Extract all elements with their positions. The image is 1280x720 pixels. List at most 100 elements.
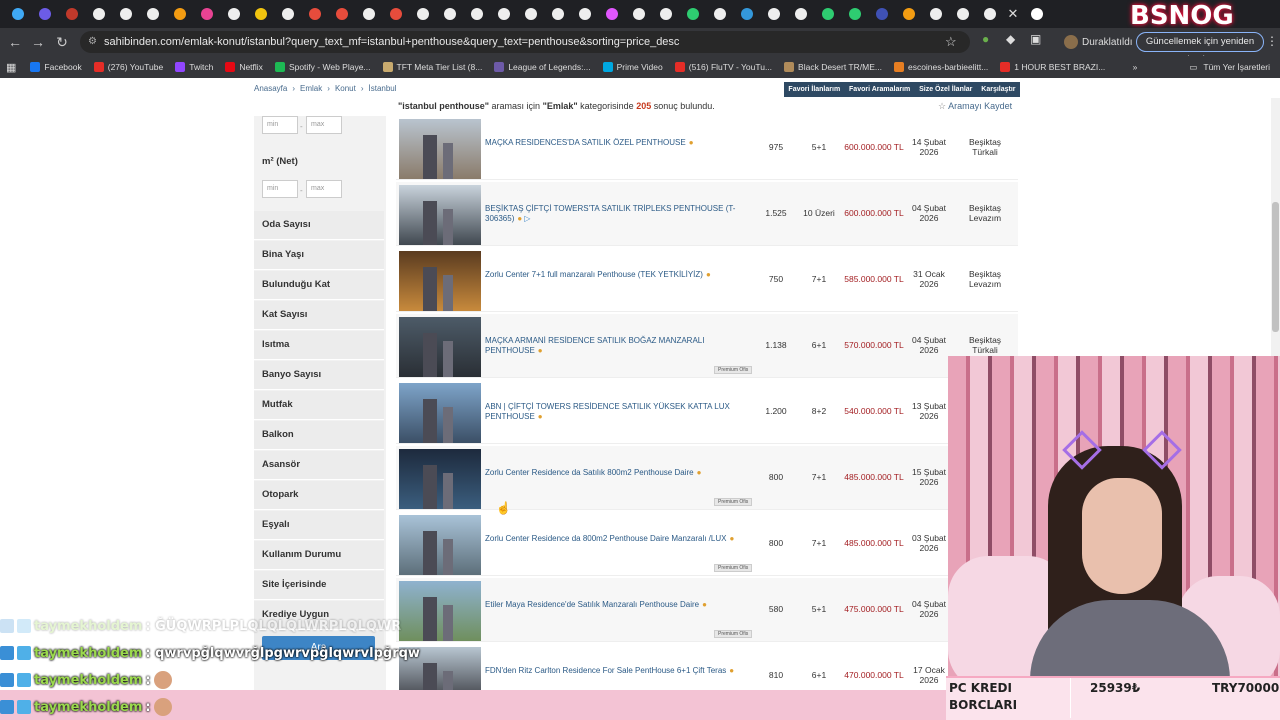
listing-row[interactable]: MAÇKA ARMANİ RESİDENCE SATILIK BOĞAZ MAN… bbox=[396, 314, 1018, 378]
listing-title-link[interactable]: Etiler Maya Residence'de Satılık Manzara… bbox=[485, 600, 757, 610]
bookmark-item[interactable]: (276) YouTube bbox=[90, 62, 167, 72]
profile-button[interactable]: Duraklatıldı bbox=[1064, 33, 1133, 51]
filter-8[interactable]: Balkon bbox=[254, 421, 384, 450]
min-input[interactable]: min bbox=[262, 116, 298, 134]
filter-5[interactable]: Isıtma bbox=[254, 331, 384, 360]
browser-tab[interactable] bbox=[814, 0, 841, 28]
bookmark-star-icon[interactable]: ☆ bbox=[945, 31, 957, 53]
browser-tab[interactable] bbox=[112, 0, 139, 28]
listing-photo[interactable] bbox=[399, 515, 481, 575]
listing-row[interactable]: MAÇKA RESIDENCES'DA SATILIK ÖZEL PENTHOU… bbox=[396, 116, 1018, 180]
bookmark-item[interactable]: Black Desert TR/ME... bbox=[780, 62, 886, 72]
bookmark-item[interactable]: Facebook bbox=[26, 62, 85, 72]
filter-10[interactable]: Otopark bbox=[254, 481, 384, 510]
bookmark-item[interactable]: TFT Meta Tier List (8... bbox=[379, 62, 487, 72]
bookmark-item[interactable]: Prime Video bbox=[599, 62, 667, 72]
listing-title-link[interactable]: MAÇKA RESIDENCES'DA SATILIK ÖZEL PENTHOU… bbox=[485, 138, 757, 148]
user-link[interactable]: Karşılaştır bbox=[981, 86, 1015, 93]
save-search-link[interactable]: ☆ Aramayı Kaydet bbox=[938, 101, 1012, 112]
menu-icon[interactable]: ⋮ bbox=[1266, 34, 1278, 48]
listing-row[interactable]: BEŞİKTAŞ ÇİFTÇİ TOWERS'TA SATILIK TRİPLE… bbox=[396, 182, 1018, 246]
listing-photo[interactable] bbox=[399, 383, 481, 443]
browser-tab[interactable] bbox=[355, 0, 382, 28]
bookmark-item[interactable]: Spotify - Web Playe... bbox=[271, 62, 375, 72]
browser-tab[interactable] bbox=[787, 0, 814, 28]
video-icon[interactable]: ▷ bbox=[524, 214, 530, 223]
extension-icon[interactable]: ● bbox=[982, 32, 989, 46]
browser-tab[interactable] bbox=[625, 0, 652, 28]
max-input[interactable]: max bbox=[306, 116, 342, 134]
browser-tab[interactable] bbox=[490, 0, 517, 28]
breadcrumb-item[interactable]: Konut bbox=[335, 84, 356, 93]
bookmark-item[interactable]: 1 HOUR BEST BRAZI... bbox=[996, 62, 1109, 72]
scrollbar-thumb[interactable] bbox=[1272, 202, 1279, 332]
back-icon[interactable]: ← bbox=[3, 30, 27, 54]
browser-tab[interactable] bbox=[220, 0, 247, 28]
user-link[interactable]: Size Özel İlanlar bbox=[919, 86, 972, 93]
browser-tab[interactable] bbox=[598, 0, 625, 28]
reload-icon[interactable]: ↻ bbox=[50, 30, 74, 54]
listing-row[interactable]: ABN | ÇİFTÇİ TOWERS RESİDENCE SATILIK YÜ… bbox=[396, 380, 1018, 444]
filter-3[interactable]: Bulunduğu Kat bbox=[254, 271, 384, 300]
browser-tab[interactable] bbox=[382, 0, 409, 28]
browser-tab[interactable] bbox=[679, 0, 706, 28]
listing-title-link[interactable]: FDN'den Ritz Carlton Residence For Sale … bbox=[485, 666, 757, 676]
filter-9[interactable]: Asansör bbox=[254, 451, 384, 480]
browser-tab[interactable] bbox=[544, 0, 571, 28]
browser-tab[interactable] bbox=[31, 0, 58, 28]
listing-title-link[interactable]: BEŞİKTAŞ ÇİFTÇİ TOWERS'TA SATILIK TRİPLE… bbox=[485, 204, 757, 224]
listing-title-link[interactable]: MAÇKA ARMANİ RESİDENCE SATILIK BOĞAZ MAN… bbox=[485, 336, 757, 356]
browser-tab[interactable] bbox=[652, 0, 679, 28]
listing-title-link[interactable]: Zorlu Center Residence da 800m2 Penthous… bbox=[485, 534, 757, 544]
update-button[interactable]: Güncellemek için yeniden başlat bbox=[1136, 32, 1264, 65]
bookmark-item[interactable]: (516) FluTV - YouTu... bbox=[671, 62, 776, 72]
browser-tab[interactable] bbox=[868, 0, 895, 28]
listing-title-link[interactable]: ABN | ÇİFTÇİ TOWERS RESİDENCE SATILIK YÜ… bbox=[485, 402, 757, 422]
filter-12[interactable]: Kullanım Durumu bbox=[254, 541, 384, 570]
filter-11[interactable]: Eşyalı bbox=[254, 511, 384, 540]
listing-row[interactable]: Zorlu Center Residence da Satılık 800m2 … bbox=[396, 446, 1018, 510]
listing-photo[interactable] bbox=[399, 581, 481, 641]
more-bookmarks-icon[interactable]: » bbox=[1133, 62, 1138, 72]
user-link[interactable]: Favori İlanlarım bbox=[788, 86, 840, 93]
forward-icon[interactable]: → bbox=[26, 30, 50, 54]
listing-photo[interactable] bbox=[399, 119, 481, 179]
listing-photo[interactable] bbox=[399, 185, 481, 245]
listing-photo[interactable] bbox=[399, 251, 481, 311]
browser-tab[interactable] bbox=[733, 0, 760, 28]
listing-title-link[interactable]: Zorlu Center 7+1 full manzaralı Penthous… bbox=[485, 270, 757, 280]
listing-row[interactable]: Zorlu Center Residence da 800m2 Penthous… bbox=[396, 512, 1018, 576]
browser-tab[interactable] bbox=[571, 0, 598, 28]
browser-tab[interactable] bbox=[301, 0, 328, 28]
close-tab-icon[interactable]: ✕ bbox=[1003, 4, 1023, 24]
listing-row[interactable]: Etiler Maya Residence'de Satılık Manzara… bbox=[396, 578, 1018, 642]
scrollbar[interactable] bbox=[1271, 98, 1280, 358]
browser-tab[interactable] bbox=[247, 0, 274, 28]
browser-tab[interactable] bbox=[409, 0, 436, 28]
browser-tab[interactable] bbox=[4, 0, 31, 28]
listing-title-link[interactable]: Zorlu Center Residence da Satılık 800m2 … bbox=[485, 468, 757, 478]
bookmark-item[interactable]: Twitch bbox=[171, 62, 217, 72]
apps-icon[interactable]: ▦ bbox=[6, 61, 16, 74]
browser-tab[interactable] bbox=[1023, 0, 1050, 28]
breadcrumb-item[interactable]: Emlak bbox=[300, 84, 322, 93]
filter-2[interactable]: Bina Yaşı bbox=[254, 241, 384, 270]
browser-tab[interactable] bbox=[706, 0, 733, 28]
browser-tab[interactable] bbox=[274, 0, 301, 28]
browser-tab[interactable] bbox=[463, 0, 490, 28]
filter-7[interactable]: Mutfak bbox=[254, 391, 384, 420]
browser-tab[interactable] bbox=[922, 0, 949, 28]
browser-tab[interactable] bbox=[166, 0, 193, 28]
m2-max-input[interactable]: max bbox=[306, 180, 342, 198]
browser-tab[interactable] bbox=[139, 0, 166, 28]
listing-row[interactable]: Zorlu Center 7+1 full manzaralı Penthous… bbox=[396, 248, 1018, 312]
browser-tab[interactable] bbox=[328, 0, 355, 28]
browser-tab[interactable] bbox=[436, 0, 463, 28]
user-link[interactable]: Favori Aramalarım bbox=[849, 86, 910, 93]
browser-tab[interactable] bbox=[895, 0, 922, 28]
filter-1[interactable]: Oda Sayısı bbox=[254, 211, 384, 240]
breadcrumb-item[interactable]: İstanbul bbox=[369, 84, 397, 93]
browser-tab[interactable] bbox=[517, 0, 544, 28]
browser-tab[interactable] bbox=[976, 0, 1003, 28]
browser-tab[interactable] bbox=[85, 0, 112, 28]
